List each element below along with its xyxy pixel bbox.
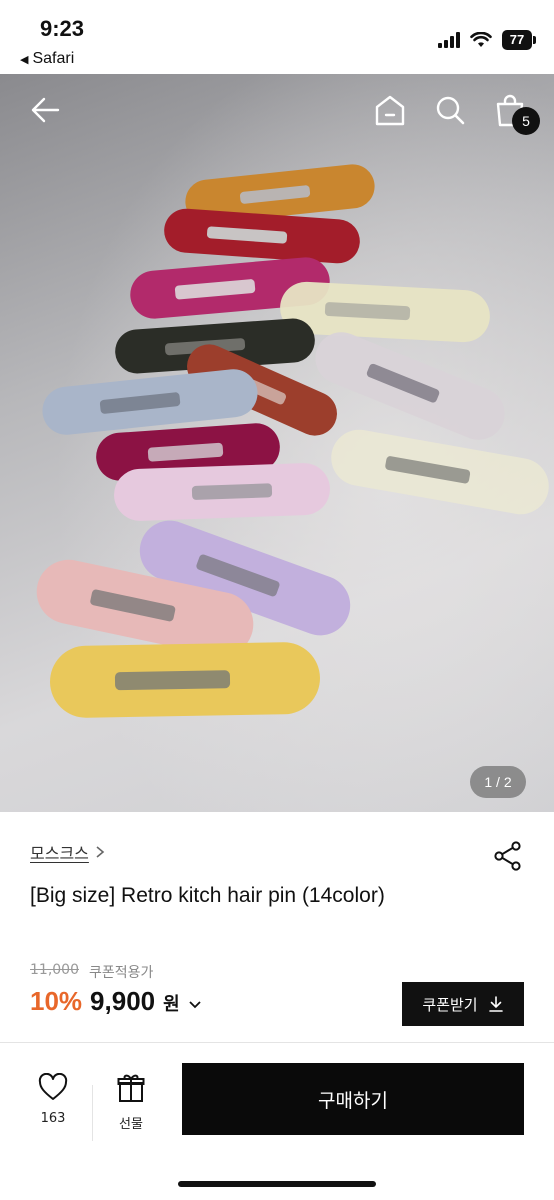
like-count: 163 [40,1111,66,1126]
status-icons: 77 [438,30,536,50]
signal-icon [438,32,460,48]
get-coupon-button[interactable]: 쿠폰받기 [402,982,524,1026]
product-page: 9:23 ◀ Safari 77 5 1 / 2 모스크스 [Big size]… [0,0,554,1200]
chevron-right-icon [96,846,105,858]
cart-count-badge: 5 [512,107,540,135]
home-icon [375,95,405,126]
like-button[interactable]: 163 [30,1072,76,1126]
back-app-label: Safari [32,50,75,67]
heart-icon [38,1072,68,1100]
status-bar: 9:23 ◀ Safari 77 [0,0,554,74]
arrow-left-icon [31,97,60,123]
sale-price: 9,900 [90,986,156,1016]
gallery-pager: 1 / 2 [470,766,526,798]
home-indicator [178,1181,376,1187]
gift-icon [117,1074,145,1102]
wifi-icon [470,32,492,47]
home-button[interactable] [368,88,412,132]
search-icon [436,96,465,125]
search-button[interactable] [428,88,472,132]
battery-icon: 77 [502,30,536,50]
product-title: [Big size] Retro kitch hair pin (14color… [30,884,385,907]
brand-name: 모스크스 [30,844,89,863]
brand-link[interactable]: 모스크스 [30,840,105,864]
back-triangle-icon: ◀ [20,54,29,66]
currency-label: 원 [163,994,180,1015]
coupon-note: 쿠폰적용가 [89,965,154,981]
chevron-down-icon [189,1001,201,1009]
price-row[interactable]: 10% 9,900 원 [30,986,202,1017]
bottom-action-bar: 163 선물 구매하기 [0,1042,554,1200]
buy-button[interactable]: 구매하기 [182,1063,524,1135]
hair-pins-photo [0,74,554,812]
original-price: 11,000 [30,962,79,978]
back-to-app-link[interactable]: ◀ Safari [20,50,74,68]
download-icon [488,996,503,1012]
product-image-gallery[interactable]: 5 1 / 2 [0,74,554,812]
gift-label: 선물 [119,1117,143,1132]
original-price-row: 11,000 쿠폰적용가 [30,962,153,982]
divider [92,1085,93,1141]
gift-button[interactable]: 선물 [108,1073,154,1132]
status-time: 9:23 [40,16,85,41]
discount-rate: 10% [30,986,83,1016]
share-button[interactable] [492,840,524,872]
coupon-button-label: 쿠폰받기 [422,995,478,1014]
back-button[interactable] [24,88,68,132]
share-icon [494,841,521,871]
